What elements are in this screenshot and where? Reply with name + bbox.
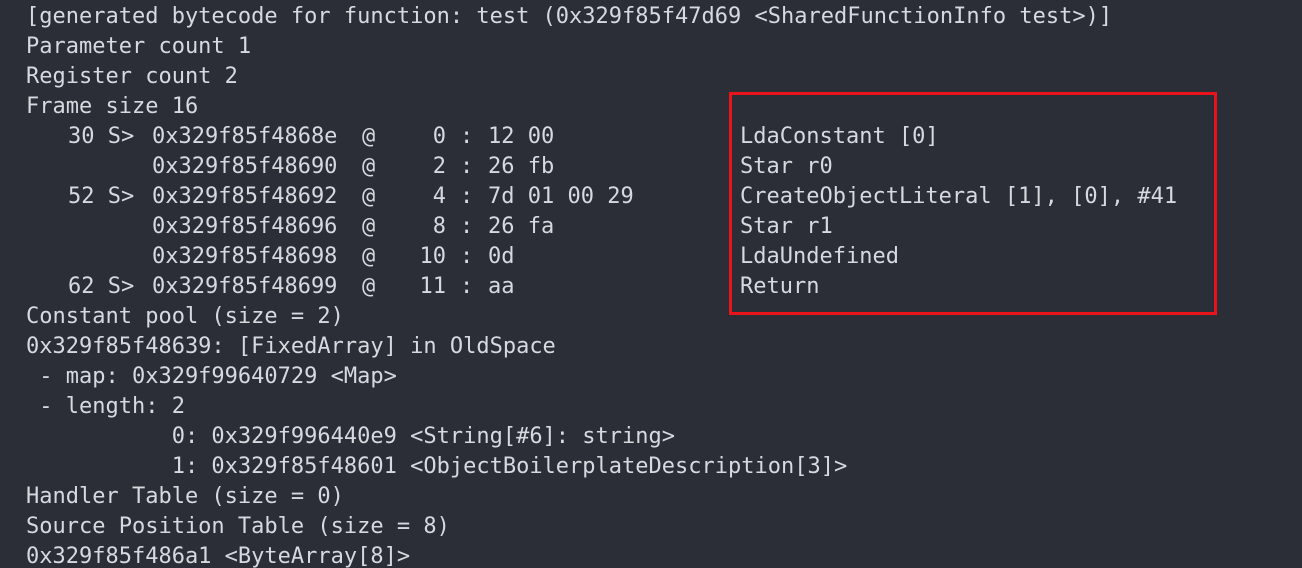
bytecode-separator: : bbox=[460, 154, 474, 179]
constant-entry-0: 0: 0x329f996440e9 <String[#6]: string> bbox=[26, 424, 676, 449]
bytecode-source-pos: 62 S> bbox=[68, 274, 135, 299]
bytecode-at-sign: @ bbox=[362, 244, 376, 269]
bytecode-instruction: Star r0 bbox=[740, 154, 833, 179]
bytecode-separator: : bbox=[460, 124, 474, 149]
bytecode-bytes: 7d 01 00 29 bbox=[488, 184, 634, 209]
bytecode-separator: : bbox=[460, 214, 474, 239]
bytecode-address: 0x329f85f48690 bbox=[152, 154, 338, 179]
bytecode-bytes: 12 00 bbox=[488, 124, 555, 149]
bytecode-address: 0x329f85f48698 bbox=[152, 244, 338, 269]
bytecode-header-line: [generated bytecode for function: test (… bbox=[26, 4, 1113, 29]
bytecode-bytes: 26 fb bbox=[488, 154, 555, 179]
bytecode-address: 0x329f85f48692 bbox=[152, 184, 338, 209]
bytecode-instruction: Star r1 bbox=[740, 214, 833, 239]
bytecode-instruction: Return bbox=[740, 274, 820, 299]
bytecode-source-pos: 52 S> bbox=[68, 184, 135, 209]
terminal-output: [generated bytecode for function: test (… bbox=[0, 0, 1302, 568]
fixed-array-line: 0x329f85f48639: [FixedArray] in OldSpace bbox=[26, 334, 556, 359]
register-count-line: Register count 2 bbox=[26, 64, 238, 89]
length-line: - length: 2 bbox=[26, 394, 185, 419]
handler-table-line: Handler Table (size = 0) bbox=[26, 484, 344, 509]
bytecode-instruction: CreateObjectLiteral [1], [0], #41 bbox=[740, 184, 1178, 209]
bytecode-instruction: LdaUndefined bbox=[740, 244, 899, 269]
frame-size-line: Frame size 16 bbox=[26, 94, 199, 119]
bytecode-separator: : bbox=[460, 244, 474, 269]
bytecode-separator: : bbox=[460, 274, 474, 299]
bytecode-bytes: aa bbox=[488, 274, 515, 299]
map-line: - map: 0x329f99640729 <Map> bbox=[26, 364, 397, 389]
source-position-table-line: Source Position Table (size = 8) bbox=[26, 514, 450, 539]
bytecode-offset: 2 bbox=[432, 154, 446, 179]
bytecode-source-pos: 30 S> bbox=[68, 124, 135, 149]
bytecode-offset: 11 bbox=[419, 274, 447, 299]
bytecode-at-sign: @ bbox=[362, 274, 376, 299]
bytecode-offset: 10 bbox=[419, 244, 447, 269]
constant-entry-1: 1: 0x329f85f48601 <ObjectBoilerplateDesc… bbox=[26, 454, 848, 479]
bytecode-at-sign: @ bbox=[362, 184, 376, 209]
bytecode-at-sign: @ bbox=[362, 154, 376, 179]
constant-pool-line: Constant pool (size = 2) bbox=[26, 304, 344, 329]
bytecode-address: 0x329f85f48696 bbox=[152, 214, 338, 239]
bytecode-at-sign: @ bbox=[362, 124, 376, 149]
bytecode-offset: 4 bbox=[432, 184, 446, 209]
byte-array-line: 0x329f85f486a1 <ByteArray[8]> bbox=[26, 544, 411, 568]
bytecode-at-sign: @ bbox=[362, 214, 376, 239]
bytecode-bytes: 26 fa bbox=[488, 214, 555, 239]
parameter-count-line: Parameter count 1 bbox=[26, 34, 252, 59]
bytecode-address: 0x329f85f4868e bbox=[152, 124, 338, 149]
bytecode-bytes: 0d bbox=[488, 244, 515, 269]
bytecode-offset: 0 bbox=[432, 124, 446, 149]
bytecode-instruction: LdaConstant [0] bbox=[740, 124, 939, 149]
bytecode-separator: : bbox=[460, 184, 474, 209]
bytecode-offset: 8 bbox=[432, 214, 446, 239]
bytecode-address: 0x329f85f48699 bbox=[152, 274, 338, 299]
